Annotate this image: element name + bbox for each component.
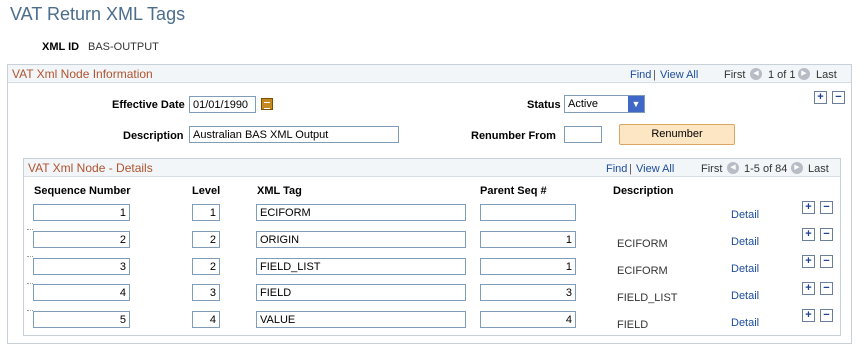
column-header-parent-seq: Parent Seq #: [480, 185, 547, 197]
parent-seq-input[interactable]: [480, 284, 576, 301]
column-header-sequence: Sequence Number: [34, 185, 131, 197]
sequence-number-input[interactable]: [33, 284, 130, 301]
level-input[interactable]: [192, 204, 220, 221]
level-input[interactable]: [192, 284, 220, 301]
detail-link[interactable]: Detail: [731, 317, 759, 329]
parent-seq-input[interactable]: [480, 311, 576, 328]
description-label: Description: [123, 130, 184, 142]
calendar-icon[interactable]: [261, 98, 273, 110]
xml-tag-input[interactable]: [256, 204, 466, 221]
node-info-remove-button[interactable]: −: [832, 91, 845, 104]
next-arrow-icon[interactable]: ▶: [791, 162, 803, 174]
details-view-all-link[interactable]: View All: [636, 163, 674, 175]
details-last-label: Last: [808, 163, 829, 175]
sequence-number-input[interactable]: [33, 231, 130, 248]
details-first-label: First: [701, 163, 723, 175]
detail-link[interactable]: Detail: [731, 290, 759, 302]
next-arrow-icon[interactable]: ▶: [798, 68, 810, 80]
renumber-from-label: Renumber From: [471, 130, 556, 142]
sequence-number-input[interactable]: [33, 204, 130, 221]
renumber-button[interactable]: Renumber: [619, 124, 735, 145]
row-add-button[interactable]: +: [802, 201, 815, 214]
row-add-button[interactable]: +: [802, 282, 815, 295]
details-find-link[interactable]: Find: [606, 163, 627, 175]
xml-tag-input[interactable]: [256, 258, 466, 275]
nav-separator: |: [629, 163, 632, 175]
renumber-from-input[interactable]: [564, 126, 602, 143]
row-add-button[interactable]: +: [802, 255, 815, 268]
xml-id-label: XML ID: [42, 41, 80, 53]
row-description: FIELD_LIST: [617, 292, 678, 304]
detail-link[interactable]: Detail: [731, 263, 759, 275]
description-input[interactable]: [189, 126, 399, 143]
xml-id-value: BAS-OUTPUT: [88, 41, 159, 53]
details-range: 1-5 of 84: [744, 163, 788, 175]
level-input[interactable]: [192, 231, 220, 248]
row-description: ECIFORM: [617, 265, 668, 277]
row-remove-button[interactable]: −: [820, 228, 833, 241]
xml-tag-input[interactable]: [256, 231, 466, 248]
level-input[interactable]: [192, 311, 220, 328]
node-info-range: 1 of 1: [768, 69, 796, 81]
status-selected-value: Active: [568, 98, 598, 110]
row-add-button[interactable]: +: [802, 228, 815, 241]
effective-date-input[interactable]: [189, 96, 256, 113]
effective-date-label: Effective Date: [112, 99, 185, 111]
row-remove-button[interactable]: −: [820, 282, 833, 295]
chevron-down-icon: ▼: [628, 96, 644, 112]
node-info-title: VAT Xml Node Information: [12, 67, 153, 81]
previous-arrow-icon[interactable]: ◀: [750, 68, 762, 80]
node-info-last-label: Last: [816, 69, 837, 81]
parent-seq-input[interactable]: [480, 258, 576, 275]
row-description: FIELD: [617, 319, 649, 331]
row-remove-button[interactable]: −: [820, 201, 833, 214]
row-remove-button[interactable]: −: [820, 309, 833, 322]
node-info-find-link[interactable]: Find: [630, 69, 651, 81]
sequence-number-input[interactable]: [33, 311, 130, 328]
row-remove-button[interactable]: −: [820, 255, 833, 268]
nav-separator: |: [653, 69, 656, 81]
parent-seq-input[interactable]: [480, 204, 576, 221]
parent-seq-input[interactable]: [480, 231, 576, 248]
sequence-number-input[interactable]: [33, 258, 130, 275]
node-info-view-all-link[interactable]: View All: [660, 69, 698, 81]
level-input[interactable]: [192, 258, 220, 275]
row-add-button[interactable]: +: [802, 309, 815, 322]
page-title: VAT Return XML Tags: [10, 4, 186, 24]
detail-link[interactable]: Detail: [731, 209, 759, 221]
status-select[interactable]: Active ▼: [564, 95, 645, 113]
node-info-add-button[interactable]: +: [814, 91, 827, 104]
column-header-level: Level: [192, 185, 221, 197]
details-title: VAT Xml Node - Details: [28, 161, 153, 175]
row-description: ECIFORM: [617, 238, 668, 250]
node-info-first-label: First: [724, 69, 746, 81]
previous-arrow-icon[interactable]: ◀: [727, 162, 739, 174]
column-header-xml-tag: XML Tag: [257, 185, 302, 197]
column-header-description: Description: [613, 185, 674, 197]
status-label: Status: [527, 99, 561, 111]
detail-link[interactable]: Detail: [731, 236, 759, 248]
xml-tag-input[interactable]: [256, 311, 466, 328]
xml-tag-input[interactable]: [256, 284, 466, 301]
